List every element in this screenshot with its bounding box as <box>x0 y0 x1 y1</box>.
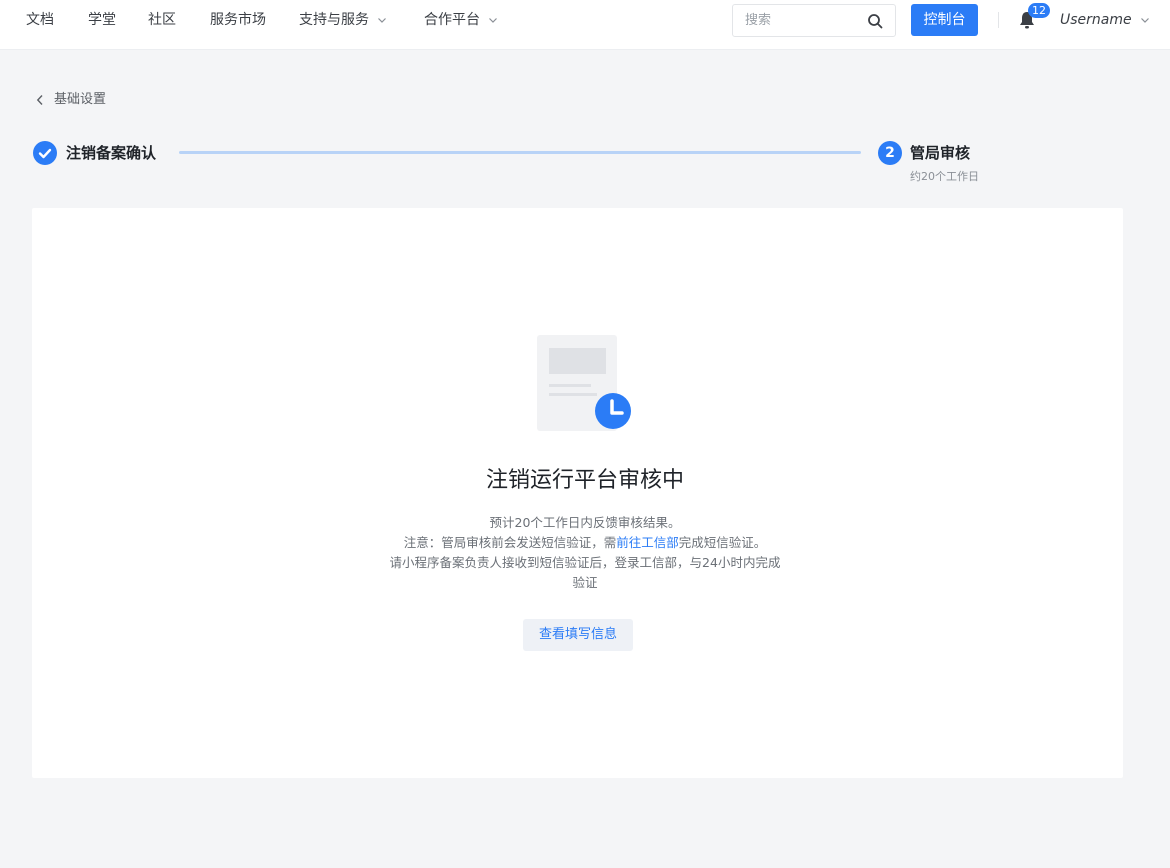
search-box[interactable] <box>732 4 896 37</box>
nav-item-docs[interactable]: 文档 <box>26 0 54 40</box>
step-progress-line <box>179 151 861 154</box>
search-icon[interactable] <box>867 13 883 29</box>
step-1-done-icon <box>33 141 57 165</box>
view-info-button[interactable]: 查看填写信息 <box>523 619 633 651</box>
nav-item-academy[interactable]: 学堂 <box>88 0 116 40</box>
chevron-down-icon <box>378 18 386 23</box>
nav-item-community[interactable]: 社区 <box>148 0 176 40</box>
top-nav: 文档 学堂 社区 服务市场 支持与服务 合作平台 控制台 12 Username <box>0 0 1170 50</box>
nav-item-partners[interactable]: 合作平台 <box>424 0 498 40</box>
back-link-label: 基础设置 <box>54 92 107 107</box>
chevron-down-icon <box>1140 18 1149 23</box>
notification-badge: 12 <box>1028 3 1050 18</box>
nav-item-support[interactable]: 支持与服务 <box>299 0 387 40</box>
status-line-2-suffix: 完成短信验证。 <box>678 535 767 550</box>
nav-item-partners-label: 合作平台 <box>424 12 480 28</box>
page-title: 注销运行平台审核中 <box>485 468 684 493</box>
step-2-number: 2 <box>878 141 902 165</box>
back-link[interactable]: 基础设置 <box>36 90 106 110</box>
check-icon <box>38 148 52 159</box>
nav-item-market[interactable]: 服务市场 <box>210 0 266 40</box>
username-label: Username <box>1060 12 1132 28</box>
status-line-3: 请小程序备案负责人接收到短信验证后，登录工信部，与24小时内完成 <box>389 555 781 570</box>
step-1-title: 注销备案确认 <box>66 144 157 162</box>
chevron-left-icon <box>36 94 43 105</box>
step-2-title: 管局审核 <box>910 144 971 162</box>
step-2-subtitle: 约20个工作日 <box>910 170 979 183</box>
status-line-2-prefix: 注意：管局审核前会发送短信验证，需 <box>403 535 617 550</box>
chevron-down-icon <box>489 18 497 23</box>
nav-item-support-label: 支持与服务 <box>299 12 369 28</box>
document-clock-icon <box>537 335 631 431</box>
nav-divider <box>998 12 999 28</box>
user-menu[interactable]: Username <box>1060 0 1150 40</box>
status-line-1: 预计20个工作日内反馈审核结果。 <box>489 515 681 530</box>
miit-link[interactable]: 前往工信部 <box>616 535 679 550</box>
console-button[interactable]: 控制台 <box>911 4 978 36</box>
status-line-4: 验证 <box>572 575 598 590</box>
status-line-2: 注意：管局审核前会发送短信验证，需前往工信部完成短信验证。 <box>0 533 1170 553</box>
search-input[interactable] <box>733 5 853 36</box>
